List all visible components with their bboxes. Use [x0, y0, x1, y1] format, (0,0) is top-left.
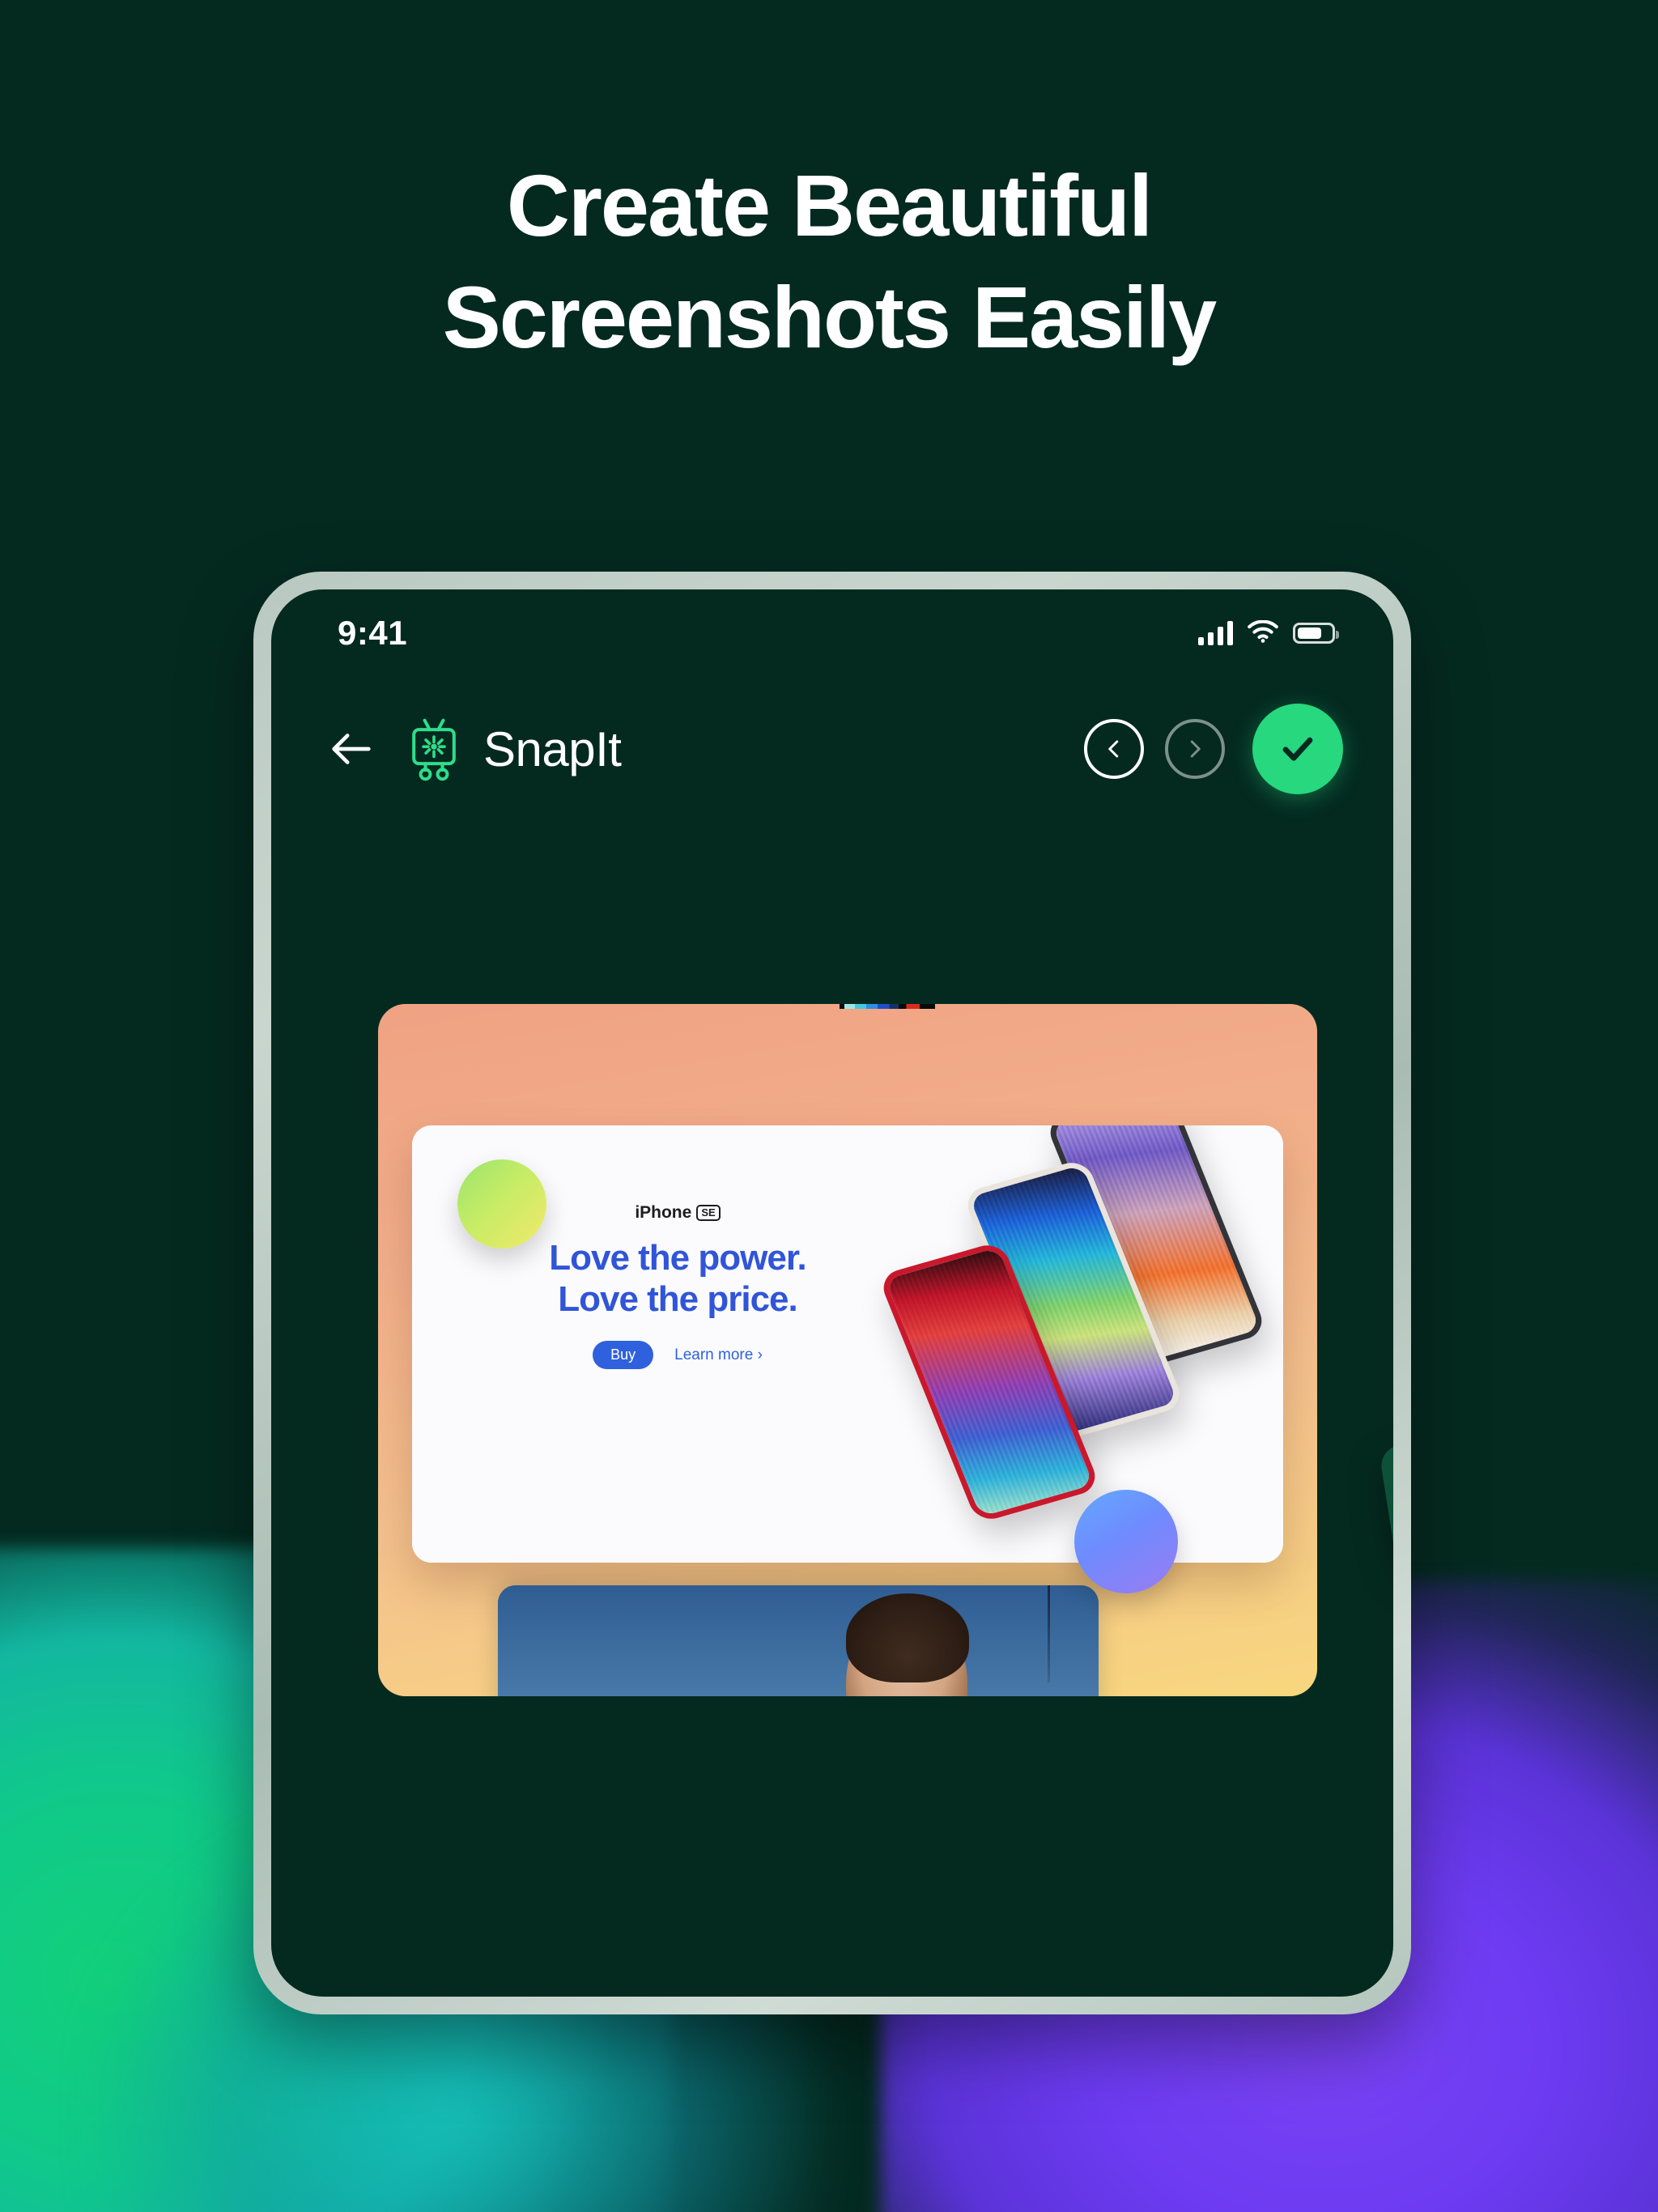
- headline-line-1: Create Beautiful: [506, 156, 1153, 254]
- learn-more-link[interactable]: Learn more ›: [674, 1346, 763, 1364]
- status-time: 9:41: [338, 614, 408, 652]
- undo-button[interactable]: [1084, 719, 1144, 779]
- canvas-preview[interactable]: iPhone SE Love the power. Love the price…: [378, 1004, 1317, 1696]
- apple-cta-row: Buy Learn more ›: [516, 1341, 840, 1370]
- lime-gradient-circle: [457, 1159, 546, 1249]
- device-mockup: 9:41 SnapIt iPhone SE Love the power. Lo…: [253, 572, 1411, 2014]
- iphone-product-images: [877, 1125, 1269, 1563]
- floating-chip-roundness[interactable]: Roundness: [1378, 1420, 1393, 1569]
- back-arrow-icon[interactable]: [325, 722, 378, 776]
- status-bar: 9:41: [271, 589, 1393, 677]
- apple-headline: Love the power. Love the price.: [516, 1237, 840, 1320]
- wifi-icon: [1248, 619, 1278, 647]
- page-title: Create Beautiful Screenshots Easily: [0, 150, 1658, 373]
- apple-copy-block: iPhone SE Love the power. Love the price…: [516, 1203, 840, 1370]
- apple-se-badge: SE: [696, 1204, 721, 1222]
- screenshot-card-secondary: [498, 1585, 1099, 1696]
- brand: SnapIt: [402, 715, 622, 783]
- app-store-promo-page: Create Beautiful Screenshots Easily 9:41: [0, 0, 1658, 2212]
- color-bar-decoration: [840, 1004, 935, 1009]
- battery-icon: [1293, 623, 1339, 644]
- buy-button[interactable]: Buy: [593, 1341, 654, 1370]
- apple-headline-line-1: Love the power.: [549, 1238, 807, 1278]
- app-name: SnapIt: [483, 721, 622, 776]
- device-screen: 9:41 SnapIt iPhone SE Love the power. Lo…: [271, 589, 1393, 1997]
- person-hair: [846, 1593, 970, 1682]
- snapit-robot-logo-icon: [402, 715, 466, 783]
- status-icons: [1198, 619, 1339, 647]
- cellular-bars-icon: [1198, 621, 1233, 645]
- apple-eyebrow: iPhone SE: [516, 1203, 840, 1223]
- app-header: SnapIt: [271, 688, 1393, 810]
- pole-decoration: [1048, 1585, 1050, 1682]
- sky-background: [498, 1585, 1099, 1696]
- confirm-button[interactable]: [1252, 704, 1343, 794]
- canvas-background: iPhone SE Love the power. Love the price…: [378, 1004, 1317, 1696]
- apple-eyebrow-text: iPhone: [635, 1203, 692, 1222]
- apple-headline-line-2: Love the price.: [558, 1279, 798, 1320]
- headline-line-2: Screenshots Easily: [442, 268, 1218, 367]
- redo-button[interactable]: [1165, 719, 1225, 779]
- blue-purple-gradient-circle: [1074, 1490, 1178, 1593]
